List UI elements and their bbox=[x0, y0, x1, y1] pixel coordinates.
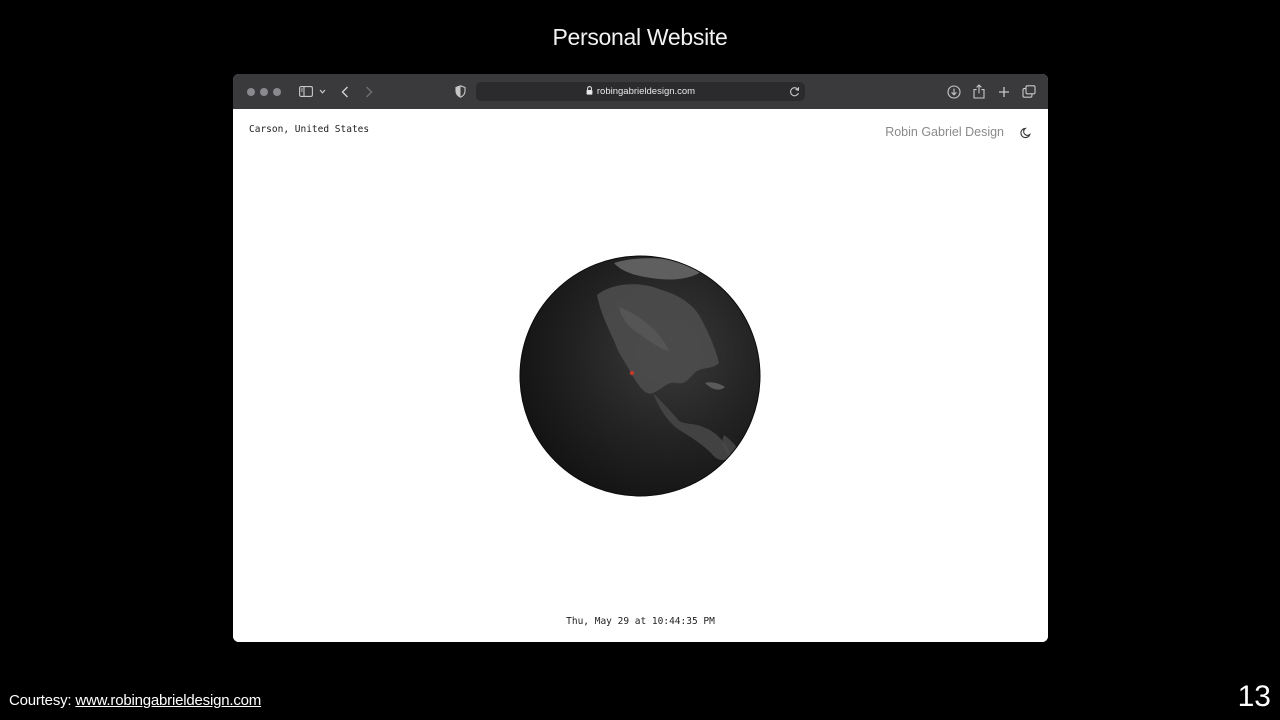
browser-toolbar: robingabrieldesign.com bbox=[233, 74, 1048, 109]
minimize-window-button[interactable] bbox=[260, 88, 268, 96]
browser-window: robingabrieldesign.com Carson, United St… bbox=[233, 74, 1048, 642]
globe[interactable] bbox=[519, 255, 761, 497]
courtesy-prefix: Courtesy: bbox=[9, 692, 76, 709]
moon-icon[interactable] bbox=[1020, 126, 1033, 139]
chevron-down-icon[interactable] bbox=[317, 83, 327, 100]
slide-title: Personal Website bbox=[552, 24, 728, 50]
datetime-label: Thu, May 29 at 10:44:35 PM bbox=[566, 616, 715, 627]
sidebar-icon[interactable] bbox=[298, 83, 314, 100]
reload-icon[interactable] bbox=[788, 85, 801, 98]
zoom-window-button[interactable] bbox=[273, 88, 281, 96]
courtesy-link[interactable]: www.robingabrieldesign.com bbox=[75, 692, 261, 709]
share-icon[interactable] bbox=[971, 83, 987, 100]
back-icon[interactable] bbox=[338, 83, 352, 100]
close-window-button[interactable] bbox=[247, 88, 255, 96]
slide-number: 13 bbox=[1237, 680, 1271, 713]
website-page: Carson, United States Robin Gabriel Desi… bbox=[233, 109, 1048, 642]
privacy-shield-icon[interactable] bbox=[453, 83, 467, 100]
site-name-link[interactable]: Robin Gabriel Design bbox=[885, 125, 1004, 139]
tab-overview-icon[interactable] bbox=[1021, 83, 1037, 100]
location-label: Carson, United States bbox=[249, 124, 370, 135]
url-text[interactable]: robingabrieldesign.com bbox=[597, 86, 695, 97]
download-icon[interactable] bbox=[946, 83, 962, 100]
courtesy-text: Courtesy: www.robingabrieldesign.com bbox=[9, 692, 261, 709]
new-tab-icon[interactable] bbox=[996, 83, 1012, 100]
forward-icon[interactable] bbox=[362, 83, 376, 100]
address-bar[interactable]: robingabrieldesign.com bbox=[476, 82, 805, 101]
lock-icon bbox=[586, 85, 593, 98]
location-marker bbox=[629, 370, 635, 376]
